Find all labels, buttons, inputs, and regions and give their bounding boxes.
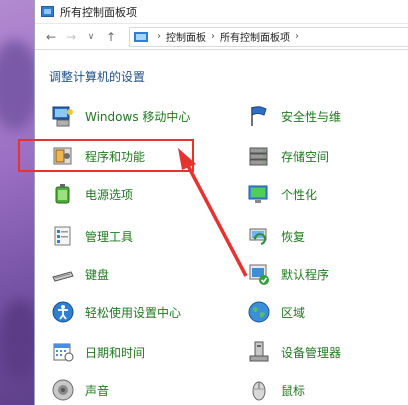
storage-spaces-icon [247,144,271,168]
item-label: 设备管理器 [281,345,342,360]
item-recovery[interactable]: 恢复 [247,222,305,250]
mouse-icon [247,378,271,402]
item-label: Windows 移动中心 [85,109,191,124]
item-label: 存储空间 [281,149,330,164]
personalization-icon [247,182,271,206]
power-options-icon [51,182,75,206]
window-title: 所有控制面板项 [60,5,137,19]
item-storage-spaces[interactable]: 存储空间 [247,142,329,170]
item-label: 鼠标 [281,383,306,398]
item-security-and-maintenance[interactable]: 安全性与维 [247,102,341,130]
item-label: 电源选项 [85,187,134,202]
chevron-right-icon[interactable]: › [157,31,161,42]
sound-icon [51,378,75,402]
item-label: 轻松使用设置中心 [85,305,182,320]
item-power-options[interactable]: 电源选项 [51,180,133,208]
item-label: 键盘 [85,267,110,282]
item-date-and-time[interactable]: 日期和时间 [51,338,145,366]
default-programs-icon [247,262,271,286]
item-windows-mobility-center[interactable]: Windows 移动中心 [51,102,190,130]
address-path[interactable]: › 控制面板 › 所有控制面板项 › [129,26,408,47]
item-keyboard[interactable]: 键盘 [51,260,109,288]
up-arrow-icon[interactable]: ↑ [103,29,119,45]
item-label: 区域 [281,305,306,320]
item-label: 管理工具 [85,229,134,244]
mobility-center-icon [51,104,75,128]
recovery-icon [247,224,271,248]
admin-tools-icon [51,224,75,248]
item-default-programs[interactable]: 默认程序 [247,260,329,288]
highlight-box [18,139,194,172]
item-personalization[interactable]: 个性化 [247,180,317,208]
back-arrow-icon[interactable]: ← [43,29,59,45]
title-bar: 所有控制面板项 [35,0,408,24]
breadcrumb-control-panel[interactable]: 控制面板 [166,29,206,44]
security-flag-icon [247,104,271,128]
control-panel-small-icon [134,31,148,42]
ease-of-access-icon [51,300,75,324]
item-label: 默认程序 [281,267,330,282]
chevron-right-icon[interactable]: › [295,31,299,42]
recent-dropdown-icon[interactable]: ∨ [83,29,99,45]
item-administrative-tools[interactable]: 管理工具 [51,222,133,250]
item-sound[interactable]: 声音 [51,376,109,404]
device-manager-icon [247,340,271,364]
chevron-right-icon[interactable]: › [211,31,215,42]
item-label: 安全性与维 [281,109,342,124]
item-region[interactable]: 区域 [247,298,305,326]
keyboard-icon [51,262,75,286]
page-heading: 调整计算机的设置 [49,70,146,84]
item-mouse[interactable]: 鼠标 [247,376,305,404]
item-device-manager[interactable]: 设备管理器 [247,338,341,366]
forward-arrow-icon[interactable]: → [63,29,79,45]
item-label: 个性化 [281,187,318,202]
item-label: 声音 [85,383,110,398]
region-icon [247,300,271,324]
control-panel-window: 所有控制面板项 ← → ∨ ↑ › 控制面板 › 所有控制面板项 › 调整计算机… [34,0,408,405]
address-bar: ← → ∨ ↑ › 控制面板 › 所有控制面板项 › [35,24,408,50]
breadcrumb-all-items[interactable]: 所有控制面板项 [220,29,290,44]
item-label: 恢复 [281,229,306,244]
control-panel-icon [41,6,54,17]
item-label: 日期和时间 [85,345,146,360]
item-ease-of-access-center[interactable]: 轻松使用设置中心 [51,298,181,326]
date-time-icon [51,340,75,364]
